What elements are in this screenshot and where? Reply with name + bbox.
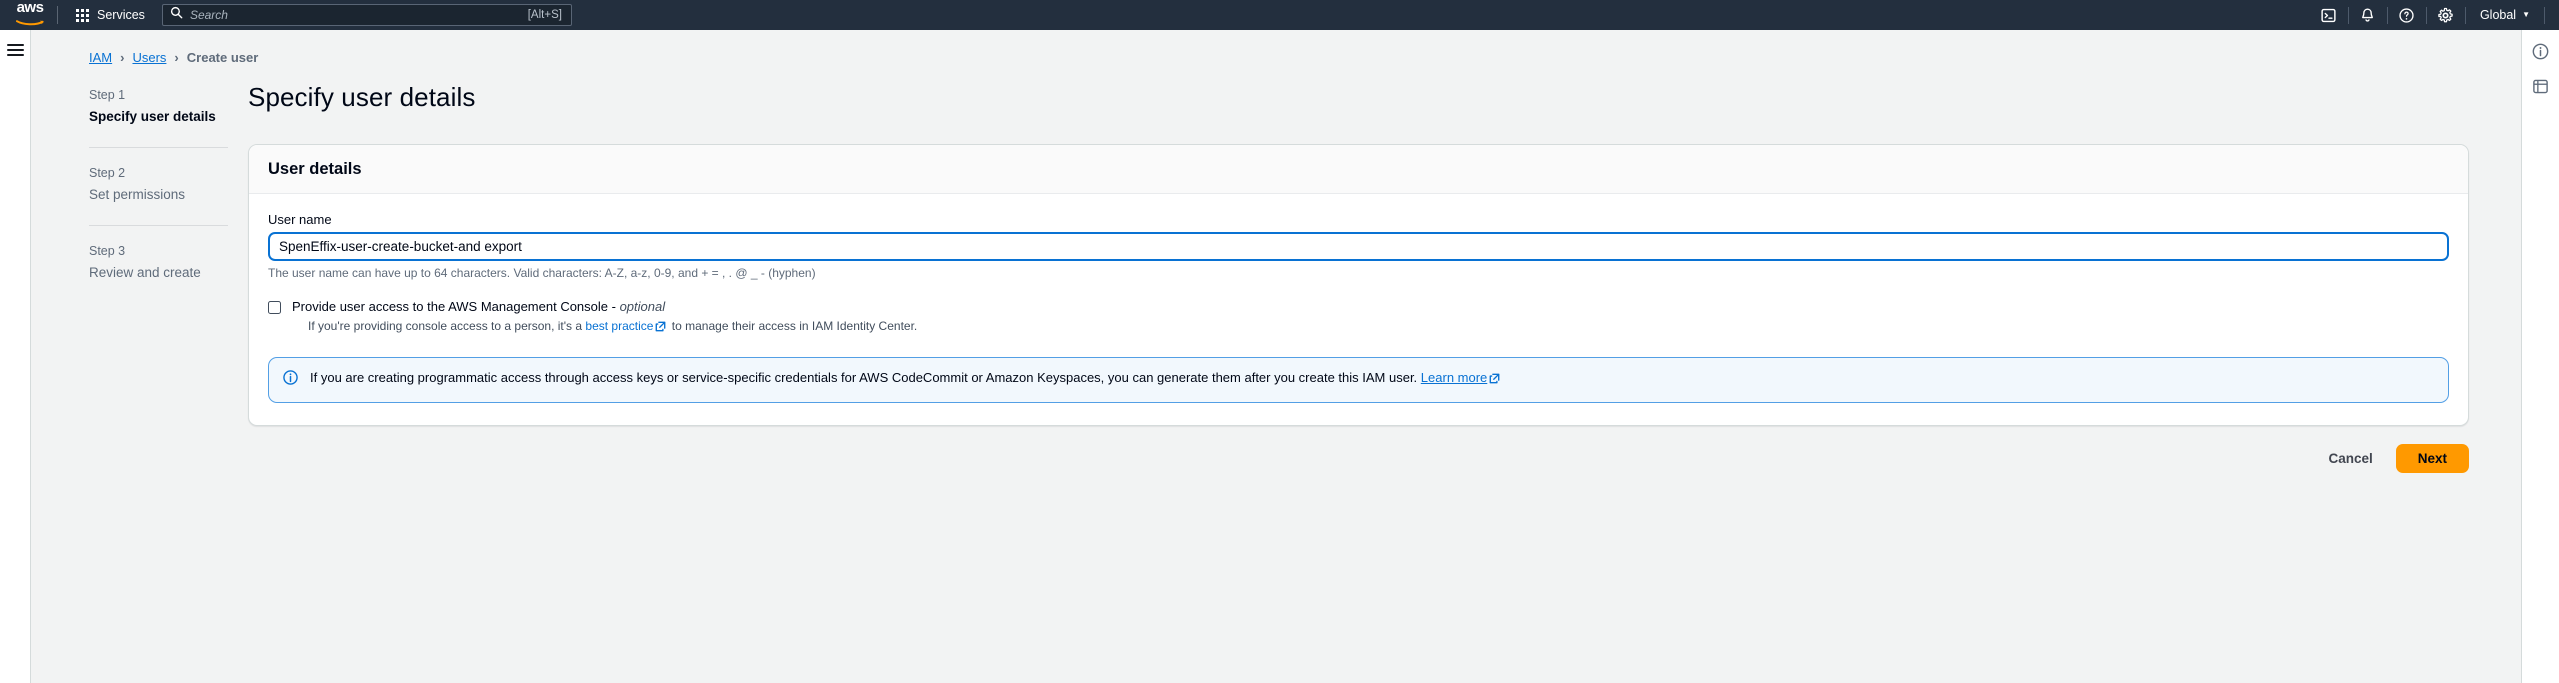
nav-divider [2347,6,2349,24]
wizard-step-3-number: Step 3 [89,244,126,258]
aws-logo[interactable]: aws [16,0,44,30]
breadcrumb-separator-icon: › [174,50,179,65]
chevron-down-icon: ▼ [2522,10,2530,19]
user-name-label: User name [268,212,332,227]
wizard-step-1-title: Specify user details [89,109,216,124]
console-access-desc-before: If you're providing console access to a … [308,319,586,333]
user-details-card: User details User name The user name can… [248,144,2469,426]
breadcrumb-item-users[interactable]: Users [132,50,166,65]
wizard-step-3[interactable]: Step 3 Review and create [89,241,248,286]
services-menu-button[interactable]: Services [71,5,150,25]
nav-divider [2464,6,2466,24]
aws-logo-smile-icon [16,14,44,30]
user-name-input[interactable] [268,232,2449,261]
services-menu-label: Services [97,8,145,22]
programmatic-access-info-alert: If you are creating programmatic access … [268,357,2449,403]
user-details-card-header: User details [249,145,2468,194]
page-title: Specify user details [248,82,476,112]
info-alert-text: If you are creating programmatic access … [310,369,1502,389]
columns-wrapper: Step 1 Specify user details Step 2 Set p… [31,65,2521,683]
breadcrumb: IAM › Users › Create user [31,30,2521,65]
step-divider [89,147,228,148]
external-link-icon [1489,371,1500,389]
console-access-desc-after: to manage their access in IAM Identity C… [668,319,918,333]
nav-divider [2386,6,2388,24]
main-content: Specify user details User details User n… [248,65,2521,683]
info-circle-icon [283,370,299,390]
top-navigation-bar: aws Services [Alt+S] [0,0,2559,30]
user-details-card-body: User name The user name can have up to 6… [249,194,2468,425]
console-access-label-main: Provide user access to the AWS Managemen… [292,299,620,314]
user-details-card-title: User details [268,160,362,178]
external-link-icon [655,321,666,335]
cloudshell-icon[interactable] [2314,0,2344,30]
nav-divider [2544,6,2545,24]
step-divider [89,225,228,226]
search-icon [170,6,183,24]
navigation-toggle-icon[interactable] [6,41,24,683]
wizard-actions: Cancel Next [248,426,2469,473]
wizard-steps-sidebar: Step 1 Specify user details Step 2 Set p… [31,65,248,683]
breadcrumb-item-create-user: Create user [186,50,259,65]
breadcrumb-item-iam[interactable]: IAM [89,50,112,65]
wizard-step-1[interactable]: Step 1 Specify user details [89,85,248,130]
wizard-step-3-title: Review and create [89,265,201,280]
global-search-box[interactable]: [Alt+S] [161,4,572,26]
apps-grid-icon [76,8,89,22]
nav-divider [57,6,58,24]
page-body: IAM › Users › Create user Step 1 Specify… [0,30,2559,683]
nav-divider [2425,6,2427,24]
user-name-constraint-text: The user name can have up to 64 characte… [268,266,816,280]
info-alert-body: If you are creating programmatic access … [310,370,1421,385]
console-access-texts: Provide user access to the AWS Managemen… [292,299,665,314]
search-input[interactable] [182,8,528,22]
shortcuts-icon[interactable] [2530,75,2552,97]
console-access-label[interactable]: Provide user access to the AWS Managemen… [292,299,665,314]
right-rail [2521,30,2559,683]
wizard-step-2-number: Step 2 [89,166,126,180]
wizard-step-1-number: Step 1 [89,88,126,102]
breadcrumb-separator-icon: › [120,50,125,65]
top-nav-right-group: Global ▼ [2314,0,2549,30]
learn-more-link[interactable]: Learn more [1421,370,1487,385]
notifications-bell-icon[interactable] [2353,0,2383,30]
console-access-description: If you're providing console access to a … [292,319,2449,335]
next-button[interactable]: Next [2395,444,2469,473]
console-access-checkbox-row: Provide user access to the AWS Managemen… [268,299,2449,314]
content-column: IAM › Users › Create user Step 1 Specify… [31,30,2521,683]
console-access-checkbox[interactable] [268,301,281,314]
best-practice-link[interactable]: best practice [585,319,653,333]
info-circle-icon[interactable] [2530,40,2552,62]
left-rail [0,30,31,683]
region-selector-button[interactable]: Global ▼ [2470,0,2540,30]
wizard-step-2-title: Set permissions [89,187,186,202]
cancel-button[interactable]: Cancel [2324,445,2376,472]
settings-gear-icon[interactable] [2431,0,2461,30]
search-shortcut-hint: [Alt+S] [527,9,562,21]
aws-logo-text: aws [16,0,44,16]
region-selector-label: Global [2479,8,2517,22]
wizard-step-2[interactable]: Step 2 Set permissions [89,163,248,208]
console-access-label-optional: optional [619,299,666,314]
help-question-icon[interactable] [2392,0,2422,30]
